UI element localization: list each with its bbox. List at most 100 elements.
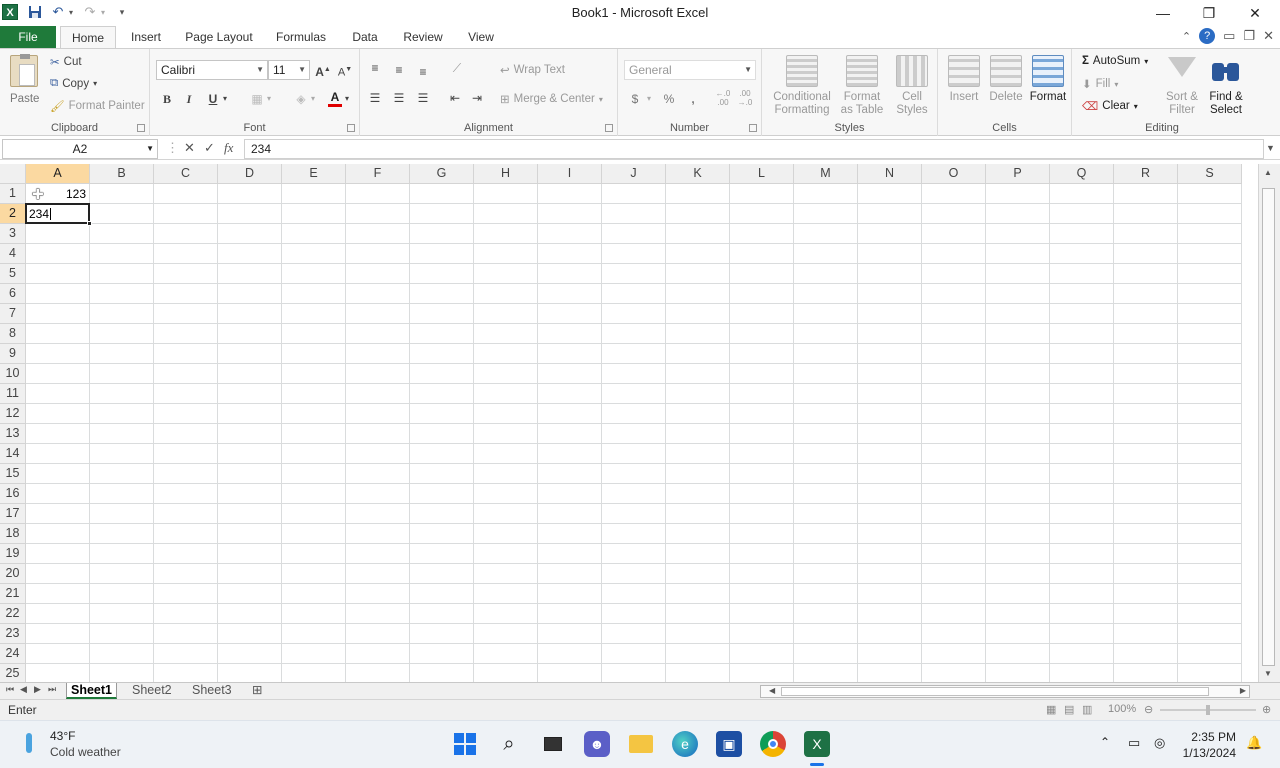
tab-file[interactable]: File	[0, 26, 56, 48]
chevron-down-icon[interactable]: ▾	[220, 90, 230, 108]
row-header[interactable]: 16	[0, 484, 26, 504]
bottom-align-icon[interactable]: ≡	[414, 63, 432, 81]
insert-function-icon[interactable]: fx	[224, 140, 233, 156]
row-header[interactable]: 10	[0, 364, 26, 384]
sheet-tab-sheet3[interactable]: Sheet3	[188, 683, 236, 699]
bold-button[interactable]: B	[158, 90, 176, 108]
row-header[interactable]: 12	[0, 404, 26, 424]
sort-filter-button[interactable]: Sort & Filter	[1160, 53, 1204, 119]
teams-chat-icon[interactable]: ☻	[584, 731, 610, 757]
fill-button[interactable]: ⬇ Fill ▾	[1082, 77, 1118, 91]
notification-icon[interactable]: 🔔	[1246, 735, 1262, 751]
column-header[interactable]: I	[538, 164, 602, 184]
prev-sheet-icon[interactable]: ◀	[20, 684, 27, 695]
zoom-in-icon[interactable]: ⊕	[1262, 703, 1271, 716]
page-break-view-icon[interactable]: ▥	[1082, 703, 1092, 716]
column-header[interactable]: D	[218, 164, 282, 184]
row-header[interactable]: 22	[0, 604, 26, 624]
font-size-select[interactable]: 11 ▼	[268, 60, 310, 80]
column-header[interactable]: M	[794, 164, 858, 184]
close-button[interactable]: ✕	[1232, 0, 1278, 26]
row-header[interactable]: 3	[0, 224, 26, 244]
increase-decimal-button[interactable]: ←.0 .00	[714, 89, 732, 107]
column-header[interactable]: F	[346, 164, 410, 184]
scroll-down-icon[interactable]: ▼	[1264, 669, 1272, 678]
column-header[interactable]: B	[90, 164, 154, 184]
column-header[interactable]: J	[602, 164, 666, 184]
row-header[interactable]: 8	[0, 324, 26, 344]
zoom-level[interactable]: 100%	[1108, 703, 1136, 715]
font-name-select[interactable]: Calibri ▼	[156, 60, 268, 80]
tab-formulas[interactable]: Formulas	[270, 26, 332, 48]
format-painter-button[interactable]: 🖌 Format Painter	[50, 99, 145, 113]
cut-button[interactable]: ✂ Cut	[50, 55, 82, 69]
orientation-icon[interactable]: ⟋	[448, 59, 466, 77]
column-header[interactable]: R	[1114, 164, 1178, 184]
delete-cells-button[interactable]: Delete	[986, 53, 1026, 119]
column-header[interactable]: G	[410, 164, 474, 184]
scroll-left-icon[interactable]: ◀	[769, 686, 775, 695]
row-header[interactable]: 2	[0, 204, 26, 224]
row-header[interactable]: 18	[0, 524, 26, 544]
column-header[interactable]: A	[26, 164, 90, 184]
row-header[interactable]: 21	[0, 584, 26, 604]
minimize-button[interactable]: —	[1140, 0, 1186, 26]
zoom-out-icon[interactable]: ⊖	[1144, 703, 1153, 716]
chrome-icon[interactable]	[760, 731, 786, 757]
page-layout-view-icon[interactable]: ▤	[1064, 703, 1074, 716]
column-header[interactable]: K	[666, 164, 730, 184]
horizontal-scroll-thumb[interactable]	[781, 687, 1209, 696]
restore-workbook-icon[interactable]: ❐	[1243, 28, 1255, 44]
windows-start-icon[interactable]	[452, 731, 478, 757]
italic-button[interactable]: I	[180, 90, 198, 108]
close-workbook-icon[interactable]: ✕	[1263, 28, 1274, 44]
cell-styles-button[interactable]: Cell Styles	[890, 53, 934, 119]
worksheet-grid[interactable]: A B C D E F G H I J K L M N O P Q R S 1 2 3 4 5 6 7 8 9 10 11 12 13 14 15…	[0, 164, 1258, 682]
column-header[interactable]: H	[474, 164, 538, 184]
tab-review[interactable]: Review	[398, 26, 448, 48]
expand-formula-bar-icon[interactable]: ▼	[1266, 143, 1275, 153]
row-header[interactable]: 7	[0, 304, 26, 324]
fill-handle[interactable]	[87, 221, 92, 226]
alignment-dialog-launcher[interactable]	[605, 124, 613, 132]
row-header[interactable]: 6	[0, 284, 26, 304]
grow-font-icon[interactable]: A▲	[314, 61, 332, 79]
tab-data[interactable]: Data	[346, 26, 384, 48]
scroll-right-icon[interactable]: ▶	[1240, 686, 1246, 695]
increase-indent-icon[interactable]: ⇥	[468, 89, 486, 107]
normal-view-icon[interactable]: ▦	[1046, 703, 1056, 716]
select-all-corner[interactable]	[0, 164, 26, 184]
tab-view[interactable]: View	[462, 26, 500, 48]
help-icon[interactable]: ?	[1199, 28, 1216, 44]
first-sheet-icon[interactable]: ⏮	[6, 684, 14, 695]
sheet-tab-sheet2[interactable]: Sheet2	[128, 683, 176, 699]
clear-button[interactable]: ⌫ Clear ▾	[1082, 99, 1138, 113]
file-explorer-icon[interactable]	[628, 731, 654, 757]
name-box[interactable]: A2 ▼	[2, 139, 158, 159]
edge-browser-icon[interactable]: e	[672, 731, 698, 757]
row-header[interactable]: 25	[0, 664, 26, 682]
middle-align-icon[interactable]: ≡	[390, 61, 408, 79]
tab-insert[interactable]: Insert	[124, 26, 168, 48]
chevron-down-icon[interactable]: ▾	[308, 90, 318, 108]
row-header[interactable]: 11	[0, 384, 26, 404]
row-header[interactable]: 1	[0, 184, 26, 204]
row-header[interactable]: 5	[0, 264, 26, 284]
horizontal-scrollbar[interactable]: ◀ ▶	[760, 685, 1250, 698]
align-center-icon[interactable]: ☰	[390, 89, 408, 107]
row-header[interactable]: 23	[0, 624, 26, 644]
conditional-formatting-button[interactable]: Conditional Formatting	[766, 53, 838, 119]
find-select-button[interactable]: Find & Select	[1204, 53, 1248, 119]
last-sheet-icon[interactable]: ⏭	[48, 684, 56, 695]
decrease-indent-icon[interactable]: ⇤	[446, 89, 464, 107]
chevron-down-icon[interactable]: ▾	[342, 90, 352, 108]
row-header[interactable]: 14	[0, 444, 26, 464]
row-header[interactable]: 15	[0, 464, 26, 484]
percent-button[interactable]: %	[660, 90, 678, 108]
copy-button[interactable]: ⧉ Copy ▾	[50, 77, 97, 90]
zoom-slider[interactable]	[1160, 705, 1256, 715]
volume-icon[interactable]: ◎	[1154, 735, 1165, 751]
confirm-entry-icon[interactable]: ✓	[204, 140, 215, 156]
currency-button[interactable]: $	[626, 90, 644, 108]
column-header[interactable]: L	[730, 164, 794, 184]
